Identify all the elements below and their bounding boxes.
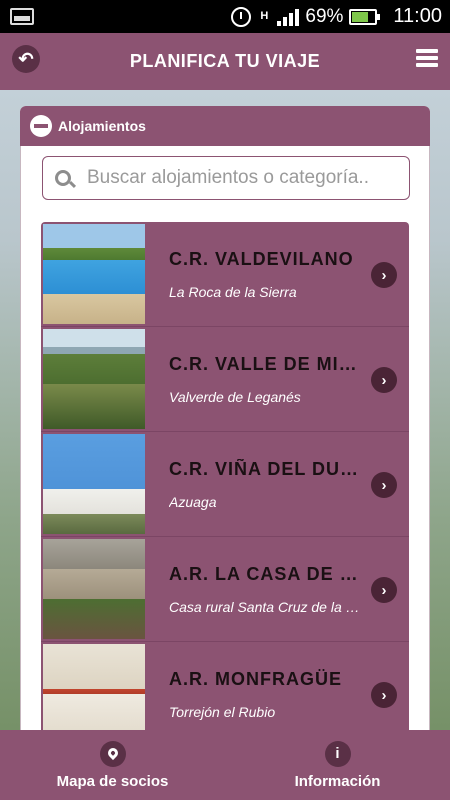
accommodation-name: C.R. VALLE DE MIRA bbox=[169, 353, 365, 374]
alarm-icon bbox=[231, 6, 252, 27]
back-arrow-icon[interactable]: ↶ bbox=[12, 45, 40, 73]
battery-percent: 69% bbox=[305, 5, 344, 27]
tab-map[interactable]: Mapa de socios bbox=[0, 730, 225, 800]
tab-info[interactable]: i Información bbox=[225, 730, 450, 800]
image-notification-icon bbox=[10, 8, 34, 25]
signal-icon bbox=[277, 8, 300, 26]
accommodation-location: Azuaga bbox=[169, 493, 217, 510]
accommodation-list: C.R. VALDEVILANO La Roca de la Sierra › … bbox=[41, 222, 409, 746]
chevron-right-icon[interactable]: › bbox=[371, 262, 397, 288]
accommodation-photo bbox=[43, 224, 145, 324]
clock: 11:00 bbox=[393, 5, 442, 27]
accommodation-location: Valverde de Leganés bbox=[169, 388, 301, 405]
list-item[interactable]: C.R. VALDEVILANO La Roca de la Sierra › bbox=[41, 222, 409, 327]
hamburger-menu-icon[interactable] bbox=[416, 49, 438, 67]
accommodations-panel: Alojamientos C.R. VALDEVILANO La Roca de… bbox=[20, 106, 430, 746]
page-title: PLANIFICA TU VIAJE bbox=[129, 51, 321, 71]
network-type: H bbox=[260, 10, 269, 22]
list-item[interactable]: A.R. LA CASA DE LA Casa rural Santa Cruz… bbox=[41, 537, 409, 642]
tab-info-label: Información bbox=[294, 772, 381, 790]
accommodation-name: C.R. VALDEVILANO bbox=[169, 248, 354, 269]
chevron-right-icon[interactable]: › bbox=[371, 682, 397, 708]
bottom-nav: Mapa de socios i Información bbox=[0, 730, 450, 800]
search-box[interactable] bbox=[42, 156, 410, 200]
search-input[interactable] bbox=[87, 167, 407, 189]
map-pin-icon bbox=[99, 740, 126, 767]
chevron-right-icon[interactable]: › bbox=[371, 367, 397, 393]
minus-icon[interactable] bbox=[30, 115, 52, 137]
accommodation-name: C.R. VIÑA DEL DUCO bbox=[169, 458, 365, 479]
info-icon: i bbox=[324, 740, 351, 767]
accommodation-photo bbox=[43, 539, 145, 639]
section-header[interactable]: Alojamientos bbox=[20, 106, 430, 146]
accommodation-photo bbox=[43, 434, 145, 534]
search-icon bbox=[55, 170, 71, 186]
accommodation-location: Torrejón el Rubio bbox=[169, 703, 276, 720]
app-header: ↶ PLANIFICA TU VIAJE bbox=[0, 33, 450, 90]
chevron-right-icon[interactable]: › bbox=[371, 472, 397, 498]
chevron-right-icon[interactable]: › bbox=[371, 577, 397, 603]
tab-map-label: Mapa de socios bbox=[56, 772, 169, 790]
accommodation-photo bbox=[43, 644, 145, 744]
section-title: Alojamientos bbox=[58, 118, 146, 134]
accommodation-name: A.R. MONFRAGÜE bbox=[169, 668, 342, 689]
battery-icon bbox=[349, 8, 381, 25]
list-item[interactable]: C.R. VIÑA DEL DUCO Azuaga › bbox=[41, 432, 409, 537]
list-item[interactable]: C.R. VALLE DE MIRA Valverde de Leganés › bbox=[41, 327, 409, 432]
status-bar: H 69% 11:00 bbox=[0, 0, 450, 33]
accommodation-location: La Roca de la Sierra bbox=[169, 283, 297, 300]
accommodation-photo bbox=[43, 329, 145, 429]
accommodation-location: Casa rural Santa Cruz de la Sierra bbox=[169, 598, 365, 615]
accommodation-name: A.R. LA CASA DE LA bbox=[169, 563, 365, 584]
